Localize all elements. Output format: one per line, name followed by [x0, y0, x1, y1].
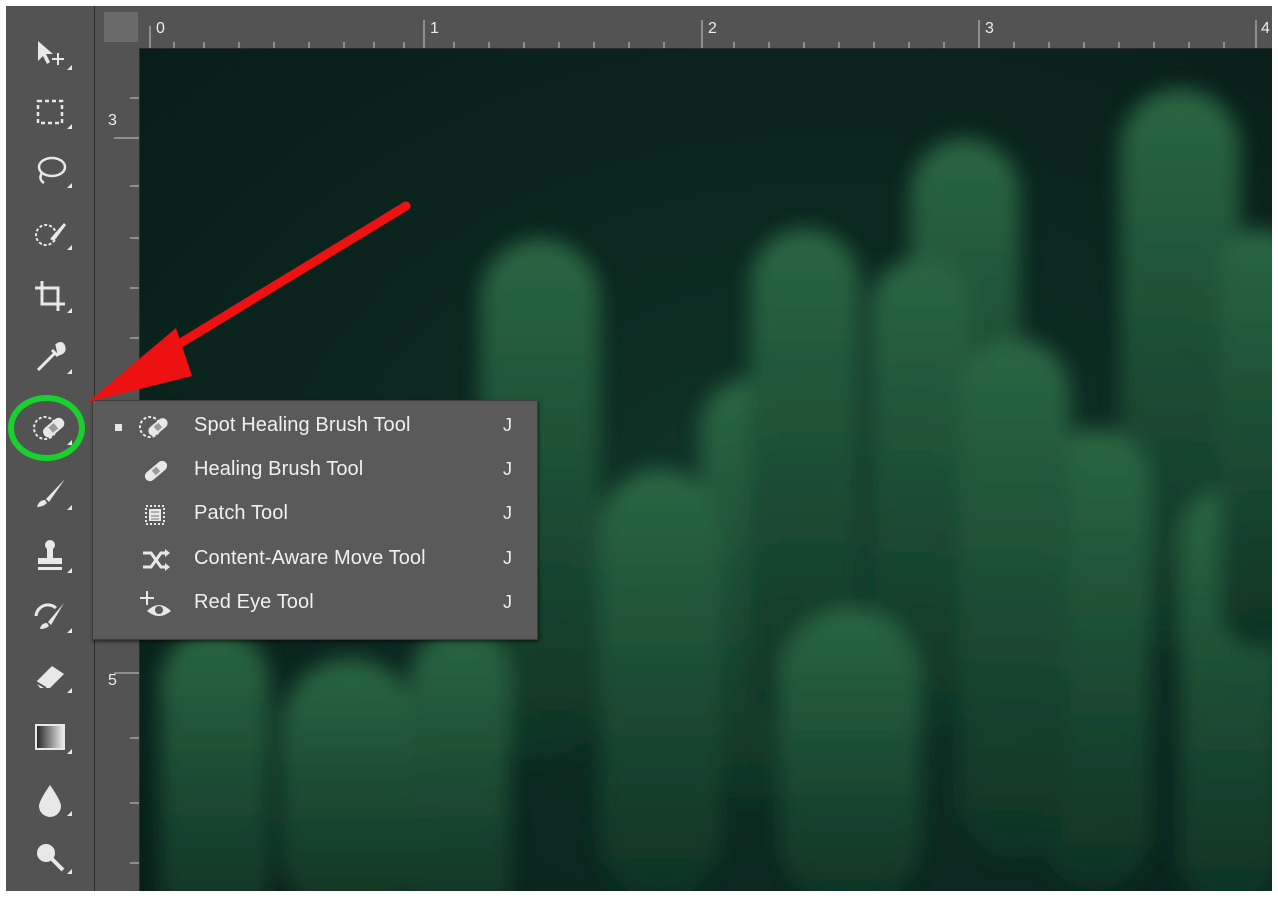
dodge-tool[interactable] [22, 832, 78, 882]
brush-icon [37, 479, 65, 507]
quick-selection-icon [35, 223, 66, 246]
flyout-item-label: Patch Tool [194, 502, 289, 524]
ruler-label-2: 2 [708, 20, 717, 37]
vruler-label-3: 3 [108, 112, 117, 129]
content-aware-move-icon [143, 549, 170, 571]
drop-icon [39, 785, 61, 817]
quick-selection-tool[interactable] [22, 208, 78, 258]
eraser-tool[interactable] [22, 651, 78, 701]
marquee-tool[interactable] [22, 87, 78, 137]
flyout-item-content-aware-move[interactable]: Content-Aware Move Tool J [93, 538, 537, 582]
spot-healing-brush-icon [139, 416, 168, 438]
horizontal-ruler-ticks [149, 20, 1257, 48]
flyout-item-spot-healing-brush[interactable]: Spot Healing Brush Tool J [93, 405, 537, 449]
move-icon [38, 41, 64, 65]
shortcut-key: J [503, 415, 512, 435]
stamp-icon [38, 540, 62, 570]
eyedropper-icon [36, 342, 66, 372]
patch-icon [145, 505, 165, 525]
flyout-item-patch[interactable]: Patch Tool J [93, 493, 537, 537]
rectangular-marquee-icon [36, 99, 64, 125]
crop-icon [35, 281, 65, 311]
move-tool[interactable] [22, 28, 78, 78]
flyout-item-label: Red Eye Tool [194, 591, 314, 613]
lasso-icon [37, 156, 67, 185]
flyout-item-label: Content-Aware Move Tool [194, 547, 426, 569]
brush-tool[interactable] [22, 468, 78, 518]
photoshop-window: 0 1 2 3 4 3 5 Spot Healing Brush Tool J … [6, 6, 1272, 891]
ruler-label-3: 3 [985, 20, 994, 37]
flyout-item-red-eye[interactable]: Red Eye Tool J [93, 582, 537, 626]
red-eye-icon [140, 591, 171, 616]
flyout-item-label: Healing Brush Tool [194, 458, 364, 480]
shortcut-key: J [503, 592, 512, 612]
horizontal-ruler[interactable]: 0 1 2 3 4 [94, 6, 1272, 49]
healing-brush-icon [144, 460, 168, 482]
gradient-tool[interactable] [22, 712, 78, 762]
ruler-label-1: 1 [430, 20, 439, 37]
shortcut-key: J [503, 548, 512, 568]
blur-tool[interactable] [22, 774, 78, 824]
healing-tools-flyout: Spot Healing Brush Tool J Healing Brush … [92, 400, 538, 640]
eyedropper-tool[interactable] [22, 332, 78, 382]
ruler-label-0: 0 [156, 20, 165, 37]
eraser-icon [35, 666, 64, 689]
selected-bullet [115, 424, 122, 431]
history-brush-icon [34, 603, 64, 629]
crop-tool[interactable] [22, 271, 78, 321]
ruler-origin[interactable] [94, 6, 139, 48]
highlight-circle [8, 395, 85, 461]
clone-stamp-tool[interactable] [22, 531, 78, 581]
ruler-label-4: 4 [1261, 20, 1270, 37]
vruler-label-5: 5 [108, 672, 117, 689]
flyout-item-label: Spot Healing Brush Tool [194, 414, 411, 436]
shortcut-key: J [503, 459, 512, 479]
flyout-item-healing-brush[interactable]: Healing Brush Tool J [93, 449, 537, 493]
dodge-icon [37, 844, 65, 872]
history-brush-tool[interactable] [22, 591, 78, 641]
lasso-tool[interactable] [22, 146, 78, 196]
gradient-icon [35, 724, 65, 750]
shortcut-key: J [503, 503, 512, 523]
